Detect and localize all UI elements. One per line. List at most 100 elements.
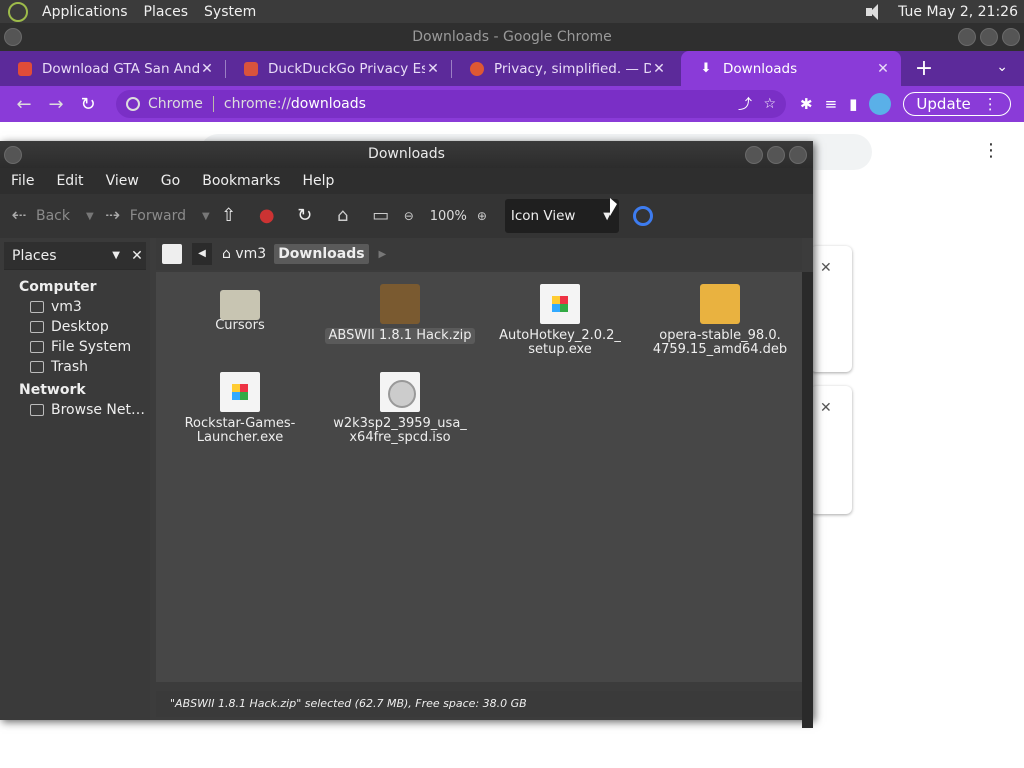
file-item-abswii-zip[interactable]: ABSWII 1.8.1 Hack.zip: [320, 284, 480, 344]
sidebar-item-browse-network[interactable]: Browse Net…: [0, 400, 150, 420]
file-name-line2: x64fre_spcd.iso: [349, 430, 451, 445]
menu-system[interactable]: System: [196, 4, 264, 20]
vertical-scrollbar[interactable]: [802, 272, 813, 728]
forward-history-dropdown-icon[interactable]: ▼: [202, 211, 210, 222]
file-name-line1: w2k3sp2_3959_usa_: [333, 416, 467, 431]
search-icon[interactable]: [632, 206, 653, 226]
remove-download-icon[interactable]: ✕: [820, 400, 832, 416]
reload-icon[interactable]: ↻: [72, 94, 104, 115]
sidebar-header[interactable]: Places ▼ ✕: [4, 242, 146, 270]
media-controls-icon[interactable]: ≡: [825, 95, 838, 113]
address-bar[interactable]: Chrome chrome://downloads ⤴ ☆: [116, 90, 786, 118]
file-item-w2k3sp2-iso[interactable]: w2k3sp2_3959_usa_ x64fre_spcd.iso: [320, 372, 480, 446]
menu-places[interactable]: Places: [136, 4, 197, 20]
close-icon[interactable]: [1002, 28, 1020, 46]
file-name: AutoHotkey_2.0.2_ setup.exe: [495, 328, 625, 358]
back-icon[interactable]: ←: [8, 94, 40, 115]
file-item-autohotkey[interactable]: AutoHotkey_2.0.2_ setup.exe: [480, 284, 640, 358]
new-tab-button[interactable]: +: [909, 56, 939, 81]
volume-icon[interactable]: [864, 3, 886, 21]
tab-downloads[interactable]: ⬇ Downloads ✕: [681, 51, 901, 86]
update-label: Update: [916, 95, 971, 113]
downloads-menu-icon[interactable]: ⋮: [982, 140, 1000, 161]
chevron-down-icon[interactable]: ▼: [112, 250, 120, 261]
zoom-in-icon[interactable]: ⊕: [471, 205, 493, 227]
chrome-site-icon[interactable]: [126, 97, 140, 111]
breadcrumb-vm3[interactable]: ⌂ vm3: [218, 244, 270, 264]
distro-logo-icon[interactable]: [8, 1, 28, 22]
menu-view[interactable]: View: [95, 173, 150, 189]
forward-icon[interactable]: →: [40, 94, 72, 115]
breadcrumb-label: vm3: [235, 246, 267, 262]
sidebar-item-filesystem[interactable]: File System: [0, 337, 150, 357]
fm-window-controls: [745, 146, 807, 164]
view-mode-label: Icon View: [510, 208, 576, 224]
up-icon[interactable]: ⇧: [218, 205, 240, 227]
home-icon[interactable]: ⌂: [332, 205, 354, 227]
menu-applications[interactable]: Applications: [34, 4, 136, 20]
file-name-line1: Rockstar-Games-: [184, 416, 296, 431]
menu-help[interactable]: Help: [291, 173, 345, 189]
minimize-icon[interactable]: [958, 28, 976, 46]
tab-search-chevron-icon[interactable]: ⌄: [996, 59, 1008, 75]
file-name: ABSWII 1.8.1 Hack.zip: [324, 328, 476, 344]
close-icon[interactable]: [789, 146, 807, 164]
tab-title: DuckDuckGo Privacy Essa: [268, 60, 425, 77]
remove-download-icon[interactable]: ✕: [820, 260, 832, 276]
site-chip: Chrome: [148, 96, 203, 112]
tab-close-icon[interactable]: ✕: [199, 61, 215, 77]
file-item-rockstar-launcher[interactable]: Rockstar-Games- Launcher.exe: [160, 372, 320, 446]
file-name: w2k3sp2_3959_usa_ x64fre_spcd.iso: [329, 416, 471, 446]
sidebar-item-desktop[interactable]: Desktop: [0, 317, 150, 337]
back-button[interactable]: ⇠ Back: [8, 205, 70, 227]
forward-label: Forward: [129, 208, 187, 224]
chrome-menu-icon[interactable]: ⋮: [983, 95, 998, 113]
minimize-icon[interactable]: [745, 146, 763, 164]
file-item-opera-deb[interactable]: opera-stable_98.0. 4759.15_amd64.deb: [640, 284, 800, 358]
tab-gta[interactable]: Download GTA San Andreas ✕: [0, 51, 225, 86]
maximize-icon[interactable]: [980, 28, 998, 46]
computer-icon[interactable]: ▭: [370, 205, 392, 227]
panel-clock[interactable]: Tue May 2, 21:26: [898, 4, 1018, 20]
file-manager-window: Downloads File Edit View Go Bookmarks He…: [0, 141, 813, 728]
tab-title: Downloads: [723, 60, 798, 77]
back-arrow-icon: ⇠: [11, 205, 27, 226]
menu-go[interactable]: Go: [150, 173, 191, 189]
icon-view[interactable]: Cursors ABSWII 1.8.1 Hack.zip AutoHotkey…: [156, 272, 802, 682]
reload-icon[interactable]: ↻: [294, 205, 316, 227]
path-back-chevron-icon[interactable]: ◀: [192, 243, 212, 265]
path-forward-chevron-icon[interactable]: ▶: [379, 249, 387, 260]
package-icon: [700, 284, 740, 324]
menu-bookmarks[interactable]: Bookmarks: [191, 173, 291, 189]
side-panel-icon[interactable]: ▮: [849, 95, 857, 113]
tab-duckduckgo-privacy[interactable]: DuckDuckGo Privacy Essa ✕: [226, 51, 451, 86]
tab-close-icon[interactable]: ✕: [875, 61, 891, 77]
profile-avatar[interactable]: [869, 93, 892, 115]
edit-location-icon[interactable]: [162, 244, 182, 264]
back-history-dropdown-icon[interactable]: ▼: [86, 211, 94, 222]
sidebar-item-vm3[interactable]: vm3: [0, 297, 150, 317]
tab-close-icon[interactable]: ✕: [425, 61, 441, 77]
file-item-cursors[interactable]: Cursors: [160, 284, 320, 334]
menu-edit[interactable]: Edit: [45, 173, 94, 189]
maximize-icon[interactable]: [767, 146, 785, 164]
stop-icon[interactable]: ●: [256, 205, 278, 227]
view-mode-select[interactable]: Icon View ▼: [504, 199, 619, 233]
window-menu-icon[interactable]: [4, 28, 22, 46]
zoom-out-icon[interactable]: ⊖: [398, 205, 420, 227]
update-button[interactable]: Update ⋮: [903, 92, 1011, 116]
executable-icon: [220, 372, 260, 412]
url-path: downloads: [290, 96, 366, 112]
window-menu-icon[interactable]: [4, 146, 22, 164]
forward-button[interactable]: ⇢ Forward: [102, 205, 186, 227]
share-icon[interactable]: ⤴: [738, 94, 752, 114]
sidebar-item-trash[interactable]: Trash: [0, 357, 150, 377]
breadcrumb-downloads[interactable]: Downloads: [274, 244, 369, 264]
menu-file[interactable]: File: [0, 173, 45, 189]
sidebar-close-icon[interactable]: ✕: [128, 248, 146, 264]
tab-close-icon[interactable]: ✕: [651, 61, 667, 77]
extensions-icon[interactable]: ✱: [800, 95, 813, 113]
tab-privacy-simplified[interactable]: Privacy, simplified. — Duck ✕: [452, 51, 677, 86]
bookmark-star-icon[interactable]: ☆: [763, 96, 776, 112]
zoom-level[interactable]: 100%: [430, 209, 467, 224]
